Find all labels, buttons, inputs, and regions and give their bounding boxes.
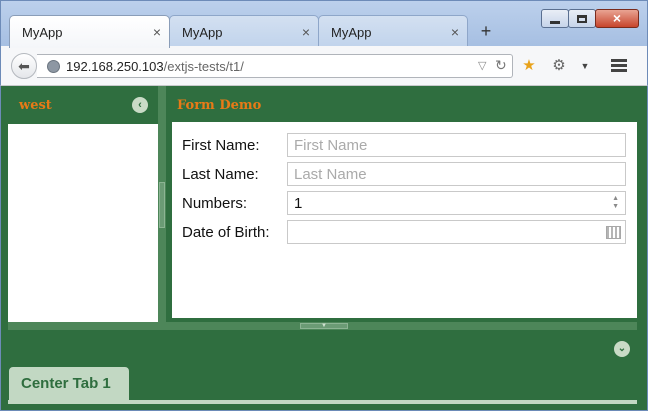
tab-title: MyApp	[182, 25, 223, 40]
menu-icon[interactable]	[611, 59, 627, 72]
bookmark-star-icon[interactable]: ★	[519, 56, 539, 76]
first-name-label: First Name:	[182, 137, 260, 154]
address-url: 192.168.250.103/extjs-tests/t1/	[66, 59, 244, 74]
center-panel-title: Form Demo	[177, 98, 262, 113]
numbers-field-wrap: ▲▼	[287, 191, 626, 215]
tab-title: MyApp	[22, 25, 63, 40]
tab-title: MyApp	[331, 25, 372, 40]
app-viewport: west ‹ Form Demo First Name: Last Name: …	[0, 86, 648, 411]
collapse-down-icon[interactable]: ⌄	[614, 341, 630, 357]
close-icon: ×	[612, 10, 622, 26]
tab-close-icon[interactable]: ×	[153, 24, 161, 40]
reload-icon[interactable]: ↻	[495, 57, 507, 74]
last-name-label: Last Name:	[182, 166, 259, 183]
address-host: 192.168.250.103	[66, 59, 164, 74]
splitter-collapse-handle[interactable]	[159, 182, 165, 228]
settings-gear-icon[interactable]: ⚙	[549, 56, 569, 76]
address-path: /extjs-tests/t1/	[163, 59, 244, 74]
splitter-collapse-handle[interactable]: ▼	[300, 323, 348, 329]
maximize-icon	[577, 15, 587, 23]
form-panel: First Name: Last Name: Numbers: ▲▼ Date …	[172, 122, 637, 318]
minimize-button[interactable]	[541, 9, 569, 28]
collapse-left-icon[interactable]: ‹	[132, 97, 148, 113]
tab-strip	[8, 400, 637, 404]
new-tab-button[interactable]: +	[477, 21, 495, 41]
close-window-button[interactable]: ×	[595, 9, 639, 28]
form-row-first-name: First Name:	[182, 133, 627, 157]
west-panel-title: west	[19, 98, 52, 113]
numbers-label: Numbers:	[182, 195, 248, 212]
tab-close-icon[interactable]: ×	[302, 24, 310, 40]
last-name-field-wrap	[287, 162, 626, 186]
window-controls: ×	[541, 9, 641, 29]
address-bar[interactable]: 192.168.250.103/extjs-tests/t1/ ▽ ↻	[37, 54, 513, 78]
browser-tab-1[interactable]: MyApp ×	[9, 15, 170, 48]
back-icon: ⬅	[18, 58, 30, 74]
numbers-field[interactable]	[288, 192, 625, 214]
tab-center-tab-1[interactable]: Center Tab 1	[9, 367, 129, 400]
west-panel-body	[8, 124, 158, 322]
browser-tab-2[interactable]: MyApp ×	[169, 15, 319, 48]
date-of-birth-label: Date of Birth:	[182, 224, 270, 241]
first-name-field[interactable]	[288, 134, 625, 156]
first-name-field-wrap	[287, 133, 626, 157]
back-button[interactable]: ⬅	[11, 53, 37, 79]
calendar-icon[interactable]	[606, 226, 621, 239]
date-of-birth-field-wrap	[287, 220, 626, 244]
browser-tab-3[interactable]: MyApp ×	[318, 15, 468, 48]
form-row-date-of-birth: Date of Birth:	[182, 220, 627, 244]
globe-icon	[47, 60, 60, 73]
chevron-down-icon[interactable]: ▼	[575, 56, 595, 76]
browser-titlebar: MyApp × MyApp × MyApp × + ×	[0, 0, 648, 48]
minimize-icon	[550, 21, 560, 24]
maximize-button[interactable]	[568, 9, 596, 28]
date-of-birth-field[interactable]	[288, 221, 625, 243]
form-row-numbers: Numbers: ▲▼	[182, 191, 627, 215]
tab-close-icon[interactable]: ×	[451, 24, 459, 40]
spinner-icon[interactable]: ▲ ▼	[612, 195, 619, 211]
browser-toolbar: 192.168.250.103/extjs-tests/t1/ ▽ ↻ ⬅ ★ …	[0, 46, 648, 86]
dropdown-icon[interactable]: ▽	[478, 59, 486, 72]
last-name-field[interactable]	[288, 163, 625, 185]
tab-label: Center Tab 1	[21, 375, 111, 392]
form-row-last-name: Last Name:	[182, 162, 627, 186]
